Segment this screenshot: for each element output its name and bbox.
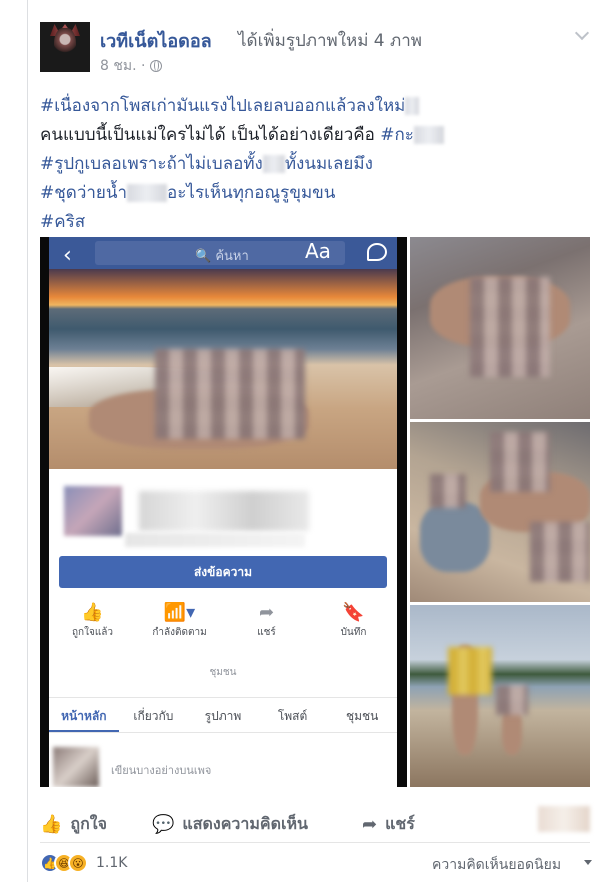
post-timestamp[interactable]: 8 ชม. · — [100, 55, 145, 77]
photo-4[interactable] — [410, 605, 590, 787]
post-text-segment: คนแบบนี้เป็นแม่ใครไม่ได้ เป็นได้อย่างเดี… — [40, 125, 381, 145]
hashtag-link[interactable]: #รูปกูเบลอเพราะถ้าไม่เบลอทั้ง — [40, 154, 263, 174]
rss-icon: 📶▾ — [163, 602, 196, 623]
page-tabs: หน้าหลัก เกี่ยวกับ รูปภาพ โพสต์ ชุมชน — [49, 697, 397, 733]
page-actions: 👍 ถูกใจแล้ว 📶▾ กำลังติดตาม ➦ แชร์ 🔖 บันทึก — [49, 601, 397, 651]
censor-mosaic — [470, 277, 550, 377]
share-label: แชร์ — [385, 814, 415, 833]
tab-posts: โพสต์ — [277, 709, 308, 723]
messenger-icon — [367, 243, 387, 261]
action-label: ถูกใจแล้ว — [71, 627, 114, 638]
divider — [40, 842, 590, 843]
beach-photo — [49, 269, 397, 469]
post-line-1: #เนื่องจากโพสเก่ามันแรงไปเลยลบออกแล้วลงใ… — [40, 92, 560, 121]
post-actions: 👍 ถูกใจ 💬 แสดงความคิดเห็น ➦ แชร์ — [40, 806, 580, 840]
thumbs-up-icon: 👍 — [81, 602, 104, 623]
thumbs-up-icon: 👍 — [40, 814, 63, 835]
profile-subtitle-blurred — [125, 533, 305, 547]
share-icon: ➦ — [258, 602, 275, 623]
tab-about: เกี่ยวกับ — [133, 709, 174, 723]
aa-label: Aa — [305, 239, 331, 263]
hashtag-link[interactable]: อะไรเห็นทุกอณูรูขุมขน — [167, 183, 335, 203]
hashtag-link[interactable]: #คริส — [40, 212, 85, 232]
censor-mosaic — [430, 474, 466, 508]
post-line-4: #ชุดว่ายน้ำ อะไรเห็นทุกอณูรูขุมขน — [40, 179, 560, 208]
search-placeholder: ค้นหา — [215, 249, 249, 264]
wow-reaction-icon: 😮 — [68, 853, 88, 873]
action-like: 👍 ถูกใจแล้ว — [49, 601, 136, 651]
hashtag-link[interactable]: ทั้งนมเลยมึง — [285, 154, 373, 174]
post-meta: 8 ชม. · — [100, 55, 163, 77]
action-label: แชร์ — [257, 627, 276, 638]
bookmark-icon: 🔖 — [342, 602, 365, 623]
caret-down-icon[interactable] — [584, 860, 592, 865]
hashtag-link[interactable]: #กะ — [380, 125, 414, 145]
censor-blur — [413, 126, 444, 144]
comment-label: แสดงความคิดเห็น — [182, 814, 308, 833]
page-avatar[interactable] — [40, 22, 90, 72]
reaction-summary[interactable]: 👍 😆 😮 1.1K — [40, 852, 127, 874]
like-label: ถูกใจ — [70, 814, 107, 833]
post-line-5: #คริส — [40, 208, 560, 237]
avatar-figure — [54, 28, 76, 66]
action-label: บันทึก — [340, 627, 367, 638]
action-label: กำลังติดตาม — [152, 627, 207, 638]
community-label: ชุมชน — [209, 667, 237, 678]
share-icon: ➦ — [362, 814, 378, 835]
comment-sort-dropdown[interactable]: ความคิดเห็นยอดนิยม — [432, 854, 561, 876]
photo-3[interactable] — [410, 422, 590, 602]
censor-blur — [405, 97, 420, 115]
hashtag-link[interactable]: #ชุดว่ายน้ำ — [40, 183, 127, 203]
tab-photos: รูปภาพ — [204, 709, 242, 723]
action-save: 🔖 บันทึก — [310, 601, 397, 651]
photo-2[interactable] — [410, 237, 590, 419]
send-message-button: ส่งข้อความ — [59, 556, 387, 588]
censor-mosaic — [448, 647, 492, 695]
action-follow: 📶▾ กำลังติดตาม — [136, 601, 223, 651]
compose-avatar-blurred — [53, 747, 99, 787]
post-text: #เนื่องจากโพสเก่ามันแรงไปเลยลบออกแล้วลงใ… — [40, 92, 560, 237]
profile-row — [49, 477, 397, 567]
blurred-element — [538, 806, 590, 832]
tab-community: ชุมชน — [345, 709, 379, 723]
profile-name-blurred — [139, 491, 309, 531]
tab-home: หน้าหลัก — [49, 698, 119, 732]
comment-button[interactable]: 💬 แสดงความคิดเห็น — [152, 812, 308, 837]
censor-mosaic — [490, 432, 550, 492]
compose-placeholder: เขียนบางอย่างบนเพจ — [111, 764, 212, 777]
hashtag-link[interactable]: #เนื่องจากโพสเก่ามันแรงไปเลยลบออกแล้วลงใ… — [40, 96, 405, 116]
censor-mosaic — [155, 349, 305, 439]
censor-blur — [262, 155, 285, 173]
censor-mosaic — [530, 522, 590, 582]
post-line-2: คนแบบนี้เป็นแม่ใครไม่ได้ เป็นได้อย่างเดี… — [40, 121, 560, 150]
post-line-3: #รูปกูเบลอเพราะถ้าไม่เบลอทั้ง ทั้งนมเลยมึ… — [40, 150, 560, 179]
page-name-link[interactable]: เวทีเน็ตไอดอล — [100, 26, 212, 55]
censor-mosaic — [496, 685, 528, 715]
globe-icon — [150, 60, 163, 72]
fb-topbar: ‹ 🔍 ค้นหา Aa — [49, 237, 397, 269]
compose-row: เขียนบางอย่างบนเพจ — [49, 743, 397, 787]
back-arrow-icon: ‹ — [63, 243, 72, 268]
action-share: ➦ แชร์ — [223, 601, 310, 651]
reaction-count: 1.1K — [96, 855, 128, 871]
phone-screenshot: ‹ 🔍 ค้นหา Aa ส่งข้อความ 👍 ถูกใจแล้ว 📶▾ กำล… — [49, 237, 397, 787]
post-action-text: ได้เพิ่มรูปภาพใหม่ 4 ภาพ — [238, 31, 422, 51]
censor-blur — [127, 184, 168, 202]
photo-main[interactable]: ‹ 🔍 ค้นหา Aa ส่งข้อความ 👍 ถูกใจแล้ว 📶▾ กำล… — [40, 237, 407, 787]
like-button[interactable]: 👍 ถูกใจ — [40, 812, 107, 837]
share-button[interactable]: ➦ แชร์ — [362, 812, 415, 837]
blurred-person — [420, 502, 490, 572]
profile-picture-blurred — [61, 483, 125, 539]
comment-icon: 💬 — [152, 814, 175, 835]
